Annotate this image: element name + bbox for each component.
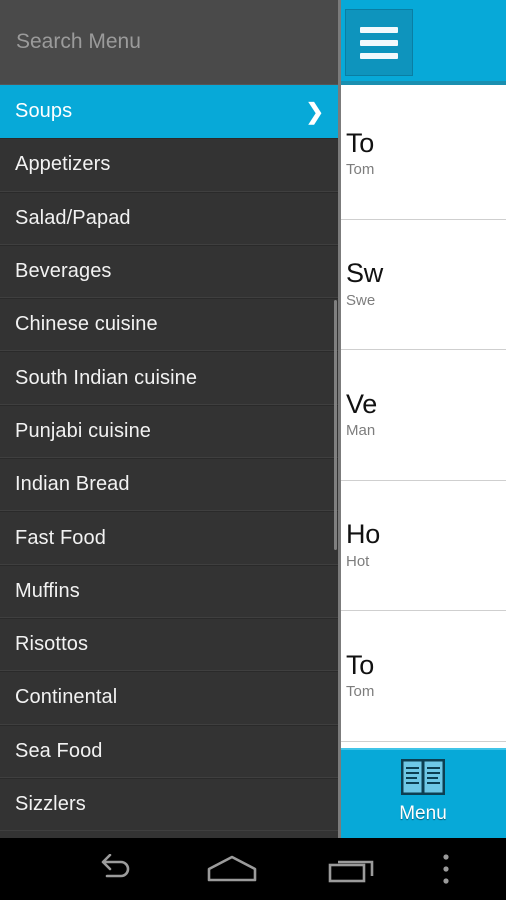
sidebar-item-label: Muffins — [15, 579, 80, 602]
sidebar-item-label: Chinese cuisine — [15, 313, 158, 336]
list-item-subtitle: Man — [346, 422, 376, 440]
list-item-subtitle: Hot — [346, 552, 370, 570]
list-item-text: Ve Man — [346, 388, 377, 440]
home-icon[interactable] — [172, 838, 292, 900]
hamburger-bar — [360, 39, 398, 46]
list-item-title: Ho — [346, 519, 380, 550]
sidebar-item-label: Fast Food — [15, 526, 106, 549]
sidebar-item-salad-papad[interactable]: Salad/Papad — [0, 191, 338, 245]
sidebar-item-label: Appetizers — [15, 153, 111, 176]
sidebar-item-continental[interactable]: Continental — [0, 671, 338, 725]
sidebar-item-label: Punjabi cuisine — [15, 419, 152, 442]
navigation-drawer: Soups ❯ Appetizers Salad/Papad Beverages… — [0, 0, 338, 838]
sidebar-item-indian-bread[interactable]: Indian Bread — [0, 458, 338, 512]
list-item-text: To Tom — [346, 127, 375, 179]
sidebar-item-label: Salad/Papad — [15, 206, 131, 229]
hamburger-bar — [360, 26, 398, 33]
sidebar-item-label: Continental — [15, 686, 118, 709]
hamburger-bar — [360, 52, 398, 59]
sidebar-item-beverages[interactable]: Beverages — [0, 244, 338, 299]
list-item-subtitle: Tom — [346, 683, 375, 701]
sidebar-item-label: Indian Bread — [15, 473, 130, 496]
sidebar-item-appetizers[interactable]: Appetizers — [0, 138, 338, 192]
sidebar-item-label: Soups — [15, 100, 73, 123]
back-arrow-icon[interactable] — [52, 838, 172, 900]
recent-apps-icon[interactable] — [292, 838, 412, 900]
list-item-title: Sw — [346, 258, 383, 289]
list-item-text: Sw Swe — [346, 259, 383, 309]
android-nav-bar — [0, 838, 506, 900]
list-item-title: To — [346, 127, 374, 158]
sidebar-item-label: Sea Food — [15, 739, 103, 762]
sidebar-item-fast-food[interactable]: Fast Food — [0, 511, 338, 565]
chevron-right-icon: ❯ — [305, 98, 324, 124]
sidebar-item-chinese-cuisine[interactable]: Chinese cuisine — [0, 298, 338, 352]
sidebar-item-label: Risottos — [15, 633, 89, 656]
tab-menu[interactable]: Menu — [399, 758, 447, 829]
list-item-text: To Tom — [346, 649, 375, 701]
drawer-scrollbar[interactable] — [334, 300, 337, 550]
drawer-edge-divider — [338, 0, 341, 838]
hamburger-menu-icon[interactable] — [345, 9, 413, 76]
list-item-subtitle: Tom — [346, 161, 375, 179]
sidebar-item-label: Sizzlers — [15, 793, 86, 815]
open-book-icon — [400, 758, 446, 800]
sidebar-item-label: South Indian cuisine — [15, 366, 198, 389]
search-input[interactable] — [16, 30, 322, 54]
sidebar-item-south-indian-cuisine[interactable]: South Indian cuisine — [0, 351, 338, 405]
phone-screen: To Tom Sw Swe Ve Man Ho Hot To Tom Menu … — [0, 0, 506, 900]
sidebar-item-sea-food[interactable]: Sea Food — [0, 724, 338, 778]
sidebar-item-label: Beverages — [15, 260, 112, 283]
list-item-title: Ve — [346, 388, 377, 419]
sidebar-item-muffins[interactable]: Muffins — [0, 564, 338, 618]
sidebar-item-soups[interactable]: Soups ❯ — [0, 85, 338, 139]
overflow-menu-icon[interactable] — [418, 838, 474, 900]
sidebar-item-punjabi-cuisine[interactable]: Punjabi cuisine — [0, 404, 338, 459]
tab-menu-label: Menu — [399, 803, 447, 824]
drawer-scroll-container: Soups ❯ Appetizers Salad/Papad Beverages… — [0, 0, 338, 832]
list-item-title: To — [346, 649, 374, 680]
bottom-tab-bar: Menu — [338, 748, 506, 838]
list-item-subtitle: Swe — [346, 291, 376, 309]
sidebar-item-sizzlers[interactable]: Sizzlers — [0, 777, 338, 832]
search-row[interactable] — [0, 0, 338, 85]
sidebar-item-risottos[interactable]: Risottos — [0, 617, 338, 672]
list-item-text: Ho Hot — [346, 520, 380, 570]
